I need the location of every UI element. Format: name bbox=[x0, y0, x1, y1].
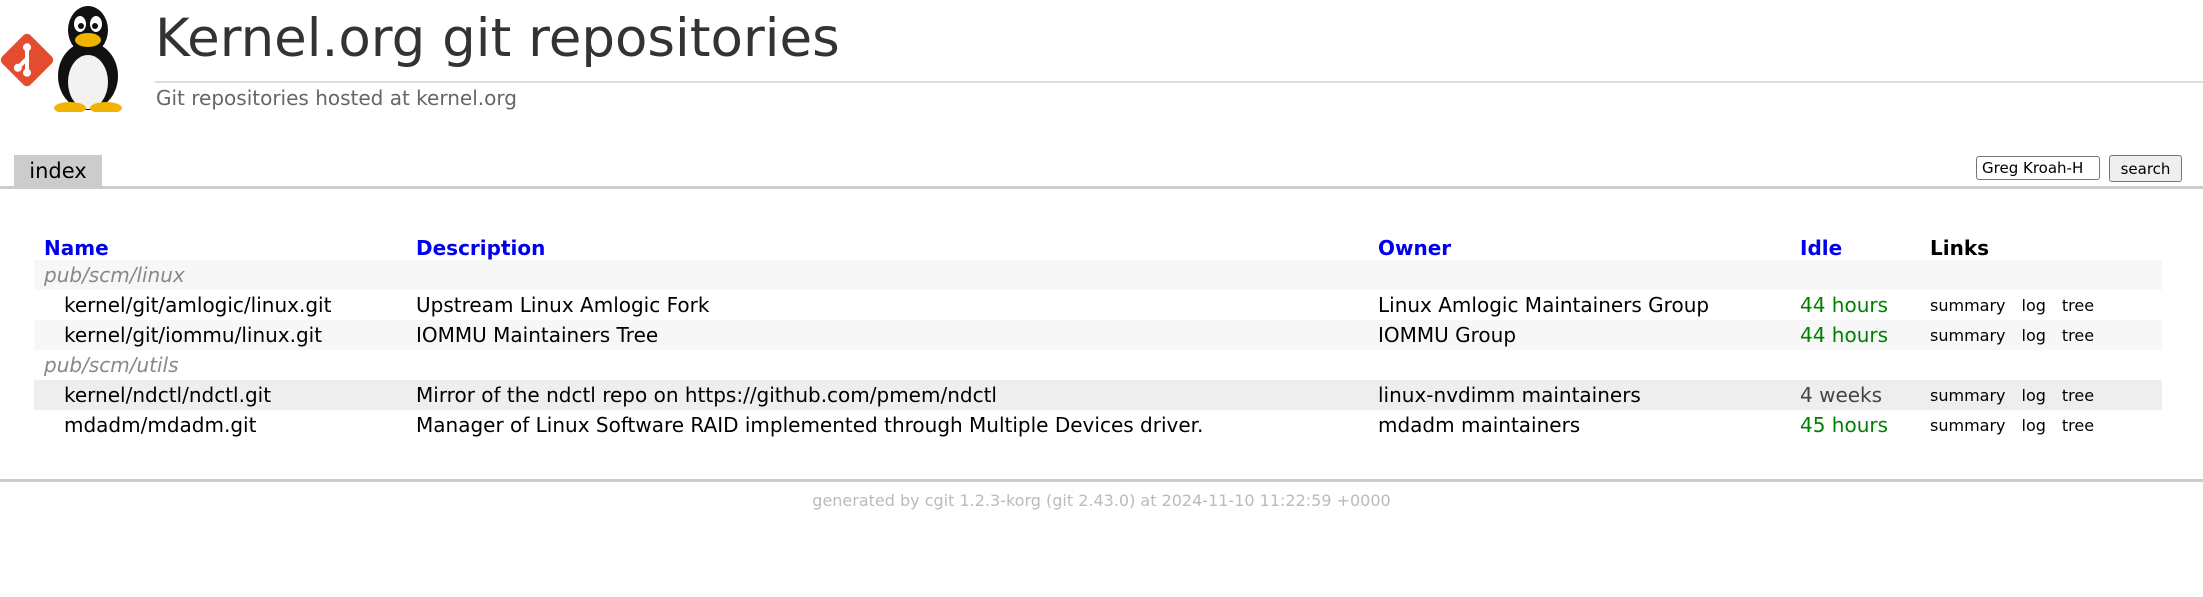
repo-idle: 45 hours bbox=[1790, 410, 1920, 440]
repo-name-link[interactable]: kernel/git/iommu/linux.git bbox=[34, 320, 406, 350]
tux-git-logo-icon[interactable] bbox=[0, 0, 140, 112]
table-row[interactable]: kernel/ndctl/ndctl.git Mirror of the ndc… bbox=[34, 380, 2162, 410]
repo-idle: 44 hours bbox=[1790, 290, 1920, 320]
column-header-description[interactable]: Description bbox=[406, 230, 1368, 260]
repo-links: summary log tree bbox=[1920, 380, 2162, 410]
column-header-owner[interactable]: Owner bbox=[1368, 230, 1790, 260]
log-link[interactable]: log bbox=[2022, 326, 2046, 345]
repo-idle: 4 weeks bbox=[1790, 380, 1920, 410]
summary-link[interactable]: summary bbox=[1930, 326, 2006, 345]
sort-by-description-link[interactable]: Description bbox=[416, 236, 545, 260]
search-input[interactable] bbox=[1976, 156, 2100, 180]
summary-link[interactable]: summary bbox=[1930, 296, 2006, 315]
table-row[interactable]: kernel/git/iommu/linux.git IOMMU Maintai… bbox=[34, 320, 2162, 350]
search-button[interactable]: search bbox=[2109, 155, 2182, 182]
header-divider bbox=[155, 81, 2203, 83]
footer-divider bbox=[0, 479, 2203, 482]
table-row[interactable]: mdadm/mdadm.git Manager of Linux Softwar… bbox=[34, 410, 2162, 440]
repository-table: Name Description Owner Idle Links pub/sc… bbox=[34, 230, 2162, 440]
column-header-links: Links bbox=[1930, 236, 1990, 260]
repo-owner[interactable]: Linux Amlogic Maintainers Group bbox=[1368, 290, 1790, 320]
tab-index[interactable]: index bbox=[14, 155, 102, 187]
log-link[interactable]: log bbox=[2022, 296, 2046, 315]
tree-link[interactable]: tree bbox=[2062, 296, 2094, 315]
repo-owner[interactable]: mdadm maintainers bbox=[1368, 410, 1790, 440]
repo-name-link[interactable]: kernel/git/amlogic/linux.git bbox=[34, 290, 406, 320]
header: Kernel.org git repositories Git reposito… bbox=[0, 0, 2203, 115]
section-label: pub/scm/linux bbox=[34, 260, 2162, 290]
repo-description[interactable]: IOMMU Maintainers Tree bbox=[406, 320, 1368, 350]
sort-by-idle-link[interactable]: Idle bbox=[1800, 236, 1842, 260]
repo-name-link[interactable]: mdadm/mdadm.git bbox=[34, 410, 406, 440]
repo-links: summary log tree bbox=[1920, 410, 2162, 440]
repo-links: summary log tree bbox=[1920, 320, 2162, 350]
page-subtitle: Git repositories hosted at kernel.org bbox=[156, 86, 517, 110]
page-title: Kernel.org git repositories bbox=[155, 8, 840, 69]
section-row: pub/scm/utils bbox=[34, 350, 2162, 380]
summary-link[interactable]: summary bbox=[1930, 416, 2006, 435]
repo-description[interactable]: Manager of Linux Software RAID implement… bbox=[406, 410, 1368, 440]
tree-link[interactable]: tree bbox=[2062, 416, 2094, 435]
repo-idle: 44 hours bbox=[1790, 320, 1920, 350]
repo-description[interactable]: Mirror of the ndctl repo on https://gith… bbox=[406, 380, 1368, 410]
column-header-name[interactable]: Name bbox=[34, 230, 406, 260]
tree-link[interactable]: tree bbox=[2062, 386, 2094, 405]
repo-owner[interactable]: linux-nvdimm maintainers bbox=[1368, 380, 1790, 410]
summary-link[interactable]: summary bbox=[1930, 386, 2006, 405]
sort-by-name-link[interactable]: Name bbox=[44, 236, 109, 260]
table-row[interactable]: kernel/git/amlogic/linux.git Upstream Li… bbox=[34, 290, 2162, 320]
table-header-row: Name Description Owner Idle Links bbox=[34, 230, 2162, 260]
repo-owner[interactable]: IOMMU Group bbox=[1368, 320, 1790, 350]
repo-links: summary log tree bbox=[1920, 290, 2162, 320]
repo-name-link[interactable]: kernel/ndctl/ndctl.git bbox=[34, 380, 406, 410]
log-link[interactable]: log bbox=[2022, 386, 2046, 405]
sort-by-owner-link[interactable]: Owner bbox=[1378, 236, 1451, 260]
section-label: pub/scm/utils bbox=[34, 350, 2162, 380]
tree-link[interactable]: tree bbox=[2062, 326, 2094, 345]
column-header-idle[interactable]: Idle bbox=[1790, 230, 1920, 260]
footer-generated-by[interactable]: generated by cgit 1.2.3-korg (git 2.43.0… bbox=[0, 491, 2203, 510]
log-link[interactable]: log bbox=[2022, 416, 2046, 435]
section-row: pub/scm/linux bbox=[34, 260, 2162, 290]
tab-divider bbox=[0, 186, 2203, 189]
repo-description[interactable]: Upstream Linux Amlogic Fork bbox=[406, 290, 1368, 320]
